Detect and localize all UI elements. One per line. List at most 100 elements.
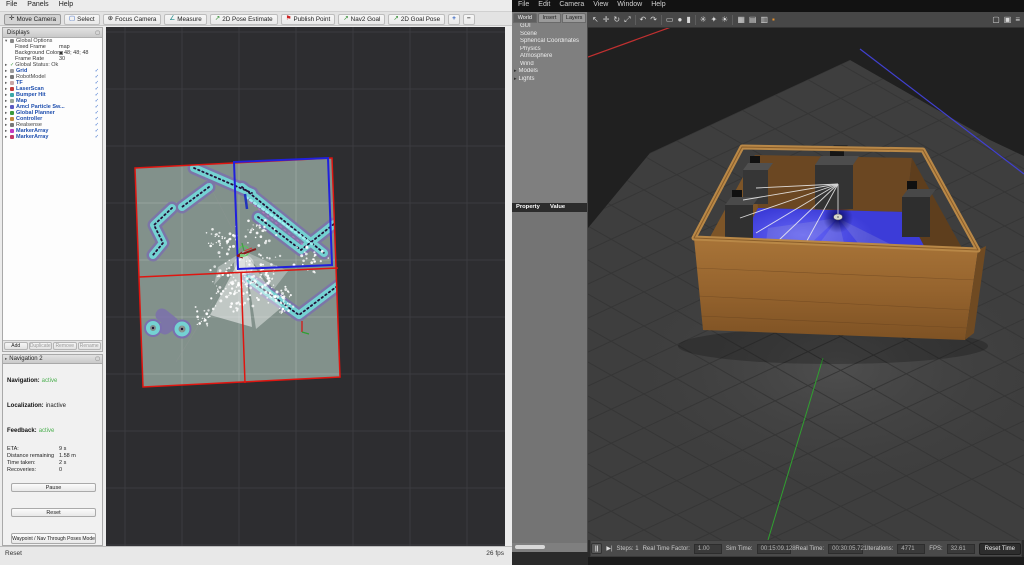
iterations-label: Iterations: bbox=[866, 545, 894, 552]
menu-file[interactable]: File bbox=[518, 1, 529, 12]
marker-array-icon bbox=[10, 135, 14, 139]
world-tree-item-models[interactable]: ▸ Models bbox=[512, 68, 587, 76]
real-time-value: 00:30:05.721 bbox=[828, 543, 867, 554]
directional-light-icon[interactable]: ☀ bbox=[721, 15, 728, 25]
remove-display-button[interactable]: Remove bbox=[53, 342, 77, 350]
scale-icon[interactable]: ⤢ bbox=[624, 15, 630, 25]
select-arrow-icon[interactable]: ↖ bbox=[592, 15, 599, 25]
expand-icon[interactable]: ▸ bbox=[514, 68, 517, 74]
tool-move-camera[interactable]: ✛ Move Camera bbox=[4, 13, 61, 25]
tool-2d-pose-estimate[interactable]: ↗ 2D Pose Estimate bbox=[209, 13, 278, 25]
box-shape-icon[interactable]: ▭ bbox=[666, 15, 674, 25]
gazebo-window: File Edit Camera View Window Help World … bbox=[512, 0, 1024, 565]
panel-float-icon[interactable]: ▢ bbox=[95, 356, 100, 362]
menu-edit[interactable]: Edit bbox=[538, 1, 550, 12]
property-column-header: Property bbox=[516, 204, 540, 210]
cylinder-shape-icon[interactable]: ▮ bbox=[686, 15, 690, 25]
tab-layers[interactable]: Layers bbox=[562, 13, 587, 23]
navigation-status-value: active bbox=[41, 378, 58, 384]
sphere-shape-icon[interactable]: ● bbox=[677, 15, 682, 25]
marker-array-icon bbox=[10, 129, 14, 133]
menu-help[interactable]: Help bbox=[59, 1, 73, 11]
add-display-button[interactable]: Add bbox=[4, 342, 28, 350]
fullscreen-icon[interactable]: ≡ bbox=[1015, 15, 1020, 25]
nav2-goal-arrow-icon: ↗ bbox=[343, 15, 349, 22]
menu-view[interactable]: View bbox=[593, 1, 608, 12]
screenshot-icon[interactable]: ▦ bbox=[737, 15, 745, 25]
world-tree-item-atmosphere[interactable]: Atmosphere bbox=[512, 53, 587, 61]
distance-remaining-stat: Distance remaining 1.58 m bbox=[7, 453, 76, 459]
gazebo-3d-viewport[interactable] bbox=[588, 28, 1024, 540]
reset-time-button[interactable]: Reset Time bbox=[978, 542, 1021, 555]
add-tool-button[interactable]: + bbox=[448, 13, 460, 25]
global-options-icon bbox=[10, 39, 14, 43]
world-tree-item-gui[interactable]: GUI bbox=[512, 23, 587, 31]
tool-focus-camera[interactable]: ⊕ Focus Camera bbox=[102, 13, 162, 25]
rtf-label: Real Time Factor: bbox=[642, 545, 690, 552]
point-light-icon[interactable]: ✳ bbox=[700, 15, 707, 25]
building-editor-icon[interactable]: ▪ bbox=[772, 15, 775, 25]
tool-nav2-goal[interactable]: ↗ Nav2 Goal bbox=[338, 13, 386, 25]
plus-icon: + bbox=[452, 15, 456, 22]
world-tree-item-wind[interactable]: Wind bbox=[512, 61, 587, 69]
view-panel-icon[interactable]: ▢ bbox=[992, 15, 1000, 25]
split-view-icon[interactable]: ▣ bbox=[1004, 15, 1012, 25]
tab-insert[interactable]: Insert bbox=[537, 13, 562, 23]
panel-tabs: World Insert Layers bbox=[512, 12, 587, 23]
expand-icon[interactable]: ▸ bbox=[514, 76, 517, 82]
undo-icon[interactable]: ↶ bbox=[640, 15, 647, 25]
displays-panel-header[interactable]: Displays ▢ bbox=[3, 28, 102, 38]
waypoint-mode-button[interactable]: Waypoint / Nav Through Poses Mode bbox=[11, 533, 96, 544]
map-icon bbox=[10, 99, 14, 103]
display-row-markerarray-2[interactable]: ▸ MarkerArray ✓ bbox=[3, 134, 102, 140]
tool-select[interactable]: ▢ Select bbox=[64, 13, 100, 25]
step-button[interactable]: ▶| bbox=[606, 545, 612, 552]
menu-camera[interactable]: Camera bbox=[559, 1, 584, 12]
tool-2d-goal-pose[interactable]: ↗ 2D Goal Pose bbox=[388, 13, 446, 25]
copy-icon[interactable]: ▤ bbox=[749, 15, 757, 25]
panel-float-icon[interactable]: ▢ bbox=[95, 30, 100, 36]
tab-world[interactable]: World bbox=[513, 13, 537, 23]
feedback-status: Feedback: active bbox=[7, 428, 55, 434]
grid-icon bbox=[10, 69, 14, 73]
pause-button[interactable]: || bbox=[591, 543, 603, 554]
rviz-3d-viewport[interactable] bbox=[106, 27, 505, 546]
reset-button[interactable]: Reset bbox=[11, 508, 96, 517]
duplicate-display-button[interactable]: Duplicate bbox=[28, 342, 52, 350]
world-tree-item-scene[interactable]: Scene bbox=[512, 31, 587, 39]
bumper-hit-icon bbox=[10, 93, 14, 97]
particle-swarm-icon bbox=[10, 105, 14, 109]
pause-button[interactable]: Pause bbox=[11, 483, 96, 492]
status-ok-check-icon: ✓ bbox=[10, 62, 15, 68]
world-tree-item-lights[interactable]: ▸ Lights bbox=[512, 76, 587, 84]
focus-camera-icon: ⊕ bbox=[107, 15, 114, 22]
property-table-body bbox=[512, 212, 587, 543]
panel-scrollbar[interactable] bbox=[515, 545, 545, 549]
menu-panels[interactable]: Panels bbox=[27, 1, 48, 11]
sim-time-value: 00:15:09.128 bbox=[756, 543, 796, 554]
rotate-icon[interactable]: ↻ bbox=[613, 15, 620, 25]
rviz-toolbar: ✛ Move Camera ▢ Select ⊕ Focus Camera ∠ Meas… bbox=[0, 12, 512, 26]
remove-tool-button[interactable]: − bbox=[462, 13, 475, 25]
display-enabled-checkbox[interactable]: ✓ bbox=[95, 134, 99, 140]
menu-file[interactable]: File bbox=[6, 1, 17, 11]
nav2-panel-header[interactable]: ▸ Navigation 2 ▢ bbox=[2, 354, 103, 364]
steps-spinner[interactable]: Steps: 1 bbox=[617, 546, 639, 552]
fps-value: 32.61 bbox=[946, 543, 975, 554]
tool-measure[interactable]: ∠ Measure bbox=[164, 13, 207, 25]
rviz-statusbar: Reset 26 fps bbox=[0, 546, 512, 565]
tf-icon bbox=[10, 81, 14, 85]
paste-icon[interactable]: ▥ bbox=[760, 15, 768, 25]
fps-label: FPS: bbox=[929, 545, 943, 552]
menu-window[interactable]: Window bbox=[617, 1, 642, 12]
world-tree-item-physics[interactable]: Physics bbox=[512, 46, 587, 54]
menu-help[interactable]: Help bbox=[651, 1, 665, 12]
rename-display-button[interactable]: Rename bbox=[77, 342, 101, 350]
spot-light-icon[interactable]: ✦ bbox=[710, 15, 717, 25]
expand-icon[interactable]: ▸ bbox=[5, 356, 7, 362]
tool-publish-point[interactable]: ⚑ Publish Point bbox=[280, 13, 336, 25]
translate-icon[interactable]: ✛ bbox=[603, 15, 610, 25]
world-tree-item-spherical-coordinates[interactable]: Spherical Coordinates bbox=[512, 38, 587, 46]
time-taken-stat: Time taken: 2 s bbox=[7, 460, 67, 466]
redo-icon[interactable]: ↷ bbox=[650, 15, 657, 25]
